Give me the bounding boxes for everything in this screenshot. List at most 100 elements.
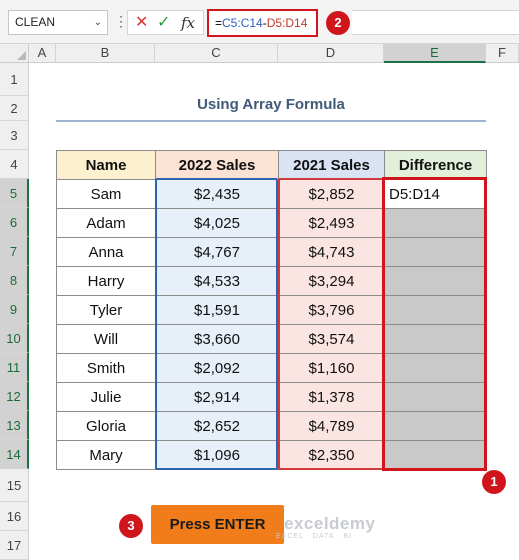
table-row: Adam $4,025 $2,493 xyxy=(56,208,487,238)
formula-input[interactable]: =C5:C14-D5:D14 xyxy=(207,9,318,37)
sales-2022-cell[interactable]: $1,591 xyxy=(155,295,279,325)
sales-2021-cell[interactable]: $2,350 xyxy=(278,440,385,470)
formula-bar-extension xyxy=(352,10,519,35)
sales-2021-cell[interactable]: $4,789 xyxy=(278,411,385,441)
row-header-4[interactable]: 4 xyxy=(0,150,29,179)
sales-2022-cell[interactable]: $4,025 xyxy=(155,208,279,238)
header-2021-sales[interactable]: 2021 Sales xyxy=(278,150,385,180)
cancel-icon[interactable]: ✕ xyxy=(135,13,148,33)
sales-2022-cell[interactable]: $1,096 xyxy=(155,440,279,470)
difference-cell[interactable] xyxy=(384,382,487,412)
insert-function-icon[interactable]: fx xyxy=(181,13,195,33)
difference-cell[interactable] xyxy=(384,440,487,470)
watermark-tagline: EXCEL · DATA · BI xyxy=(276,533,352,540)
formula-bar: CLEAN ⌄ ⋮ ✕ ✓ fx =C5:C14-D5:D14 2 xyxy=(0,0,519,44)
sales-2022-cell[interactable]: $2,914 xyxy=(155,382,279,412)
row-header-16[interactable]: 16 xyxy=(0,502,29,531)
name-cell[interactable]: Will xyxy=(56,324,156,354)
sales-2021-cell[interactable]: $1,378 xyxy=(278,382,385,412)
row-header-9[interactable]: 9 xyxy=(0,295,29,324)
column-header-f[interactable]: F xyxy=(486,44,519,63)
header-difference[interactable]: Difference xyxy=(384,150,487,180)
column-header-a[interactable]: A xyxy=(29,44,56,63)
sales-2021-cell[interactable]: $3,294 xyxy=(278,266,385,296)
name-cell[interactable]: Smith xyxy=(56,353,156,383)
sales-table: Name 2022 Sales 2021 Sales Difference Sa… xyxy=(56,150,487,470)
name-cell[interactable]: Harry xyxy=(56,266,156,296)
difference-edit-cell[interactable]: D5:D14 xyxy=(384,179,487,209)
step-badge-2: 2 xyxy=(326,11,350,35)
column-header-e[interactable]: E xyxy=(384,44,486,63)
step-badge-1: 1 xyxy=(482,470,506,494)
row-header-3[interactable]: 3 xyxy=(0,121,29,150)
sheet-title: Using Array Formula xyxy=(197,96,345,113)
column-header-c[interactable]: C xyxy=(155,44,278,63)
row-header-8[interactable]: 8 xyxy=(0,266,29,295)
difference-cell[interactable] xyxy=(384,295,487,325)
sales-2022-cell[interactable]: $4,767 xyxy=(155,237,279,267)
step-badge-3: 3 xyxy=(119,514,143,538)
confirm-icon[interactable]: ✓ xyxy=(157,13,170,33)
name-cell[interactable]: Julie xyxy=(56,382,156,412)
press-enter-button[interactable]: Press ENTER xyxy=(151,505,284,544)
table-row: Smith $2,092 $1,160 xyxy=(56,353,487,383)
sales-2021-cell[interactable]: $2,493 xyxy=(278,208,385,238)
header-name[interactable]: Name xyxy=(56,150,156,180)
row-header-15[interactable]: 15 xyxy=(0,469,29,502)
table-row: Gloria $2,652 $4,789 xyxy=(56,411,487,441)
table-row: Will $3,660 $3,574 xyxy=(56,324,487,354)
table-row: Sam $2,435 $2,852 D5:D14 xyxy=(56,179,487,209)
formula-prefix: = xyxy=(215,16,223,30)
column-header-b[interactable]: B xyxy=(56,44,155,63)
formula-ref-d: D5:D14 xyxy=(266,16,308,30)
sales-2021-cell[interactable]: $3,796 xyxy=(278,295,385,325)
table-row: Mary $1,096 $2,350 xyxy=(56,440,487,470)
watermark-logo: exceldemy xyxy=(284,514,376,533)
row-header-1[interactable]: 1 xyxy=(0,63,29,96)
formula-buttons: ✕ ✓ fx xyxy=(127,10,204,35)
row-header-12[interactable]: 12 xyxy=(0,382,29,411)
sales-2022-cell[interactable]: $4,533 xyxy=(155,266,279,296)
difference-cell[interactable] xyxy=(384,237,487,267)
row-header-2[interactable]: 2 xyxy=(0,96,29,121)
sales-2022-cell[interactable]: $3,660 xyxy=(155,324,279,354)
name-cell[interactable]: Adam xyxy=(56,208,156,238)
difference-cell[interactable] xyxy=(384,353,487,383)
name-box[interactable]: CLEAN ⌄ xyxy=(8,10,108,35)
sales-2021-cell[interactable]: $1,160 xyxy=(278,353,385,383)
chevron-down-icon[interactable]: ⌄ xyxy=(94,11,102,34)
name-cell[interactable]: Anna xyxy=(56,237,156,267)
row-header-5[interactable]: 5 xyxy=(0,179,29,208)
column-header-d[interactable]: D xyxy=(278,44,384,63)
row-header-13[interactable]: 13 xyxy=(0,411,29,440)
table-row: Harry $4,533 $3,294 xyxy=(56,266,487,296)
table-row: Anna $4,767 $4,743 xyxy=(56,237,487,267)
sales-2021-cell[interactable]: $2,852 xyxy=(278,179,385,209)
sales-2022-cell[interactable]: $2,435 xyxy=(155,179,279,209)
difference-cell[interactable] xyxy=(384,266,487,296)
formula-ref-c: C5:C14 xyxy=(222,16,263,30)
name-cell[interactable]: Gloria xyxy=(56,411,156,441)
row-header-6[interactable]: 6 xyxy=(0,208,29,237)
sales-2021-cell[interactable]: $3,574 xyxy=(278,324,385,354)
table-row: Julie $2,914 $1,378 xyxy=(56,382,487,412)
row-header-14[interactable]: 14 xyxy=(0,440,29,469)
sales-2022-cell[interactable]: $2,652 xyxy=(155,411,279,441)
row-header-10[interactable]: 10 xyxy=(0,324,29,353)
sales-2022-cell[interactable]: $2,092 xyxy=(155,353,279,383)
row-header-7[interactable]: 7 xyxy=(0,237,29,266)
more-options-icon[interactable]: ⋮ xyxy=(114,13,128,29)
header-2022-sales[interactable]: 2022 Sales xyxy=(155,150,279,180)
row-header-11[interactable]: 11 xyxy=(0,353,29,382)
select-all-corner[interactable] xyxy=(0,44,29,63)
table-body: Sam $2,435 $2,852 D5:D14 Adam $4,025 $2,… xyxy=(56,179,487,470)
difference-cell[interactable] xyxy=(384,411,487,441)
name-cell[interactable]: Sam xyxy=(56,179,156,209)
difference-cell[interactable] xyxy=(384,208,487,238)
name-cell[interactable]: Mary xyxy=(56,440,156,470)
name-box-value: CLEAN xyxy=(15,15,56,29)
difference-cell[interactable] xyxy=(384,324,487,354)
sales-2021-cell[interactable]: $4,743 xyxy=(278,237,385,267)
name-cell[interactable]: Tyler xyxy=(56,295,156,325)
row-header-17[interactable]: 17 xyxy=(0,531,29,560)
